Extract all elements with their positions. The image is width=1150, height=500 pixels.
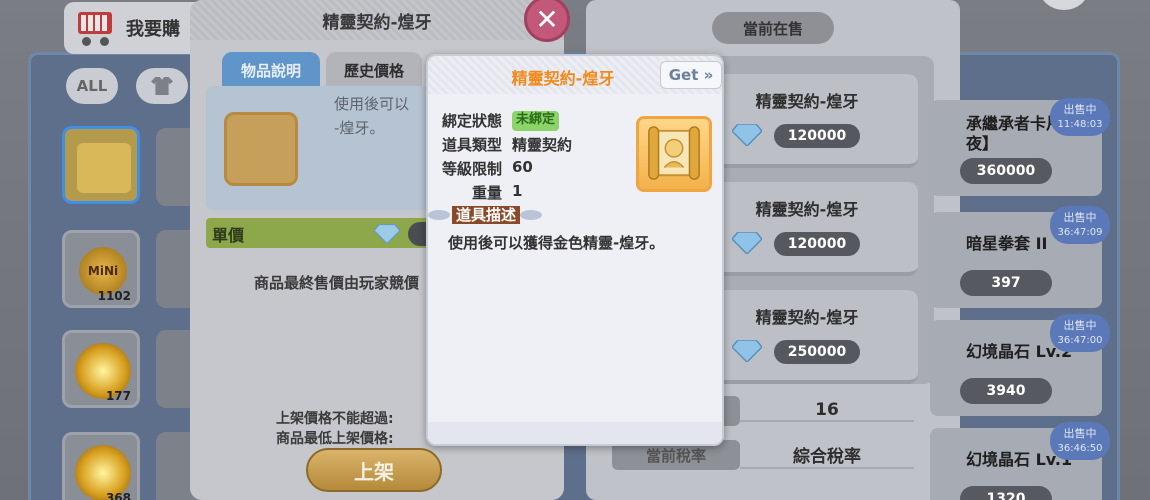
- sale-status-badge: 出售中 36:47:09: [1050, 206, 1110, 244]
- item-type-key: 道具類型: [441, 136, 502, 154]
- item-description-label: 道具描述: [452, 206, 521, 224]
- sale-status-badge: 出售中 11:48:03: [1050, 98, 1110, 136]
- listing-price: 120000: [774, 232, 860, 256]
- sale-status-badge: 出售中 36:47:00: [1050, 314, 1110, 352]
- item-type-row: 道具類型 精靈契約: [428, 134, 572, 155]
- level-limit-value: 60: [512, 158, 533, 176]
- listing-price: 250000: [774, 340, 860, 364]
- tab-item-description[interactable]: 物品說明: [222, 52, 320, 88]
- item-description-text: 使用後可以 -煌牙。: [334, 95, 410, 137]
- sale-item-value: 1320: [960, 486, 1052, 500]
- grid-item-mini-coin[interactable]: MiNi 1102: [62, 230, 140, 308]
- scroll-icon: [77, 143, 131, 193]
- tooltip-title: 精靈契約-煌牙: [511, 69, 615, 88]
- item-quantity: 1102: [97, 289, 131, 303]
- diamond-icon: [374, 224, 400, 244]
- filter-all-button[interactable]: ALL: [66, 68, 118, 104]
- final-price-note: 商品最終售價由玩家競價: [254, 274, 420, 292]
- filter-equipment-button[interactable]: [136, 68, 188, 104]
- sale-status-badge: 出售中 36:46:50: [1050, 422, 1110, 460]
- contract-scroll-icon: [636, 116, 712, 192]
- tax-value: 綜合稅率: [740, 442, 914, 469]
- listing-card[interactable]: 精靈契約-煌牙 120000: [696, 74, 918, 168]
- current-sale-tab[interactable]: 當前在售: [712, 12, 834, 44]
- sale-item-value: 3940: [960, 378, 1052, 404]
- grid-item-orb[interactable]: 177: [62, 330, 140, 408]
- item-description-text: 使用後可以獲得金色精靈-煌牙。: [448, 234, 665, 252]
- buy-tab-label: 我要購: [126, 19, 180, 40]
- diamond-icon: [732, 232, 762, 254]
- item-quantity: 177: [105, 389, 131, 403]
- listing-card[interactable]: 精靈契約-煌牙 250000: [696, 290, 918, 384]
- unit-price-label: 單價: [212, 226, 245, 245]
- list-item-button[interactable]: 上架: [306, 448, 442, 492]
- shopping-cart-icon: [74, 8, 118, 48]
- listing-price: 120000: [774, 124, 860, 148]
- bind-status-row: 綁定狀態 未綁定: [428, 110, 560, 131]
- item-tooltip: 精靈契約-煌牙 Get » 綁定狀態 未綁定 道具類型 精靈契約 等級限制 60…: [426, 54, 724, 446]
- get-button[interactable]: Get »: [660, 61, 722, 89]
- listing-card[interactable]: 精靈契約-煌牙 120000: [696, 182, 918, 276]
- stat-value: 16: [740, 400, 914, 422]
- sell-dialog-title: 精靈契約-煌牙: [190, 0, 564, 40]
- shirt-icon: [151, 77, 173, 95]
- grid-item-contract[interactable]: [62, 126, 140, 204]
- weight-key: 重量: [471, 184, 502, 202]
- item-type-value: 精靈契約: [512, 136, 573, 154]
- mini-coin-icon: MiNi: [79, 247, 127, 295]
- sale-item-title: 承繼承者卡片 夜】: [966, 114, 1063, 153]
- weight-value: 1: [512, 182, 523, 200]
- grid-item-golden[interactable]: 368: [62, 432, 140, 500]
- min-price-rule: 商品最低上架價格:: [276, 431, 394, 447]
- sale-item-value: 397: [960, 270, 1052, 296]
- scroll-icon: [224, 112, 298, 186]
- sale-item-title: 暗星拳套 II: [966, 234, 1048, 253]
- listing-name: 精靈契約-煌牙: [755, 200, 859, 219]
- diamond-icon: [732, 124, 762, 146]
- level-limit-row: 等級限制 60: [428, 158, 533, 179]
- listing-name: 精靈契約-煌牙: [755, 92, 859, 111]
- listing-name: 精靈契約-煌牙: [755, 308, 859, 327]
- item-quantity: 368: [105, 491, 131, 500]
- level-limit-key: 等級限制: [441, 160, 502, 178]
- buy-tab-button[interactable]: 我要購: [64, 2, 204, 54]
- bind-status-badge: 未綁定: [512, 111, 560, 131]
- tab-price-history[interactable]: 歷史價格: [326, 52, 422, 88]
- tooltip-footer: [428, 422, 722, 444]
- sale-item-value: 360000: [960, 158, 1052, 184]
- weight-row: 重量 1: [428, 182, 522, 203]
- bind-status-key: 綁定狀態: [441, 112, 502, 130]
- diamond-icon: [732, 340, 762, 362]
- max-price-rule: 上架價格不能超過:: [276, 411, 394, 427]
